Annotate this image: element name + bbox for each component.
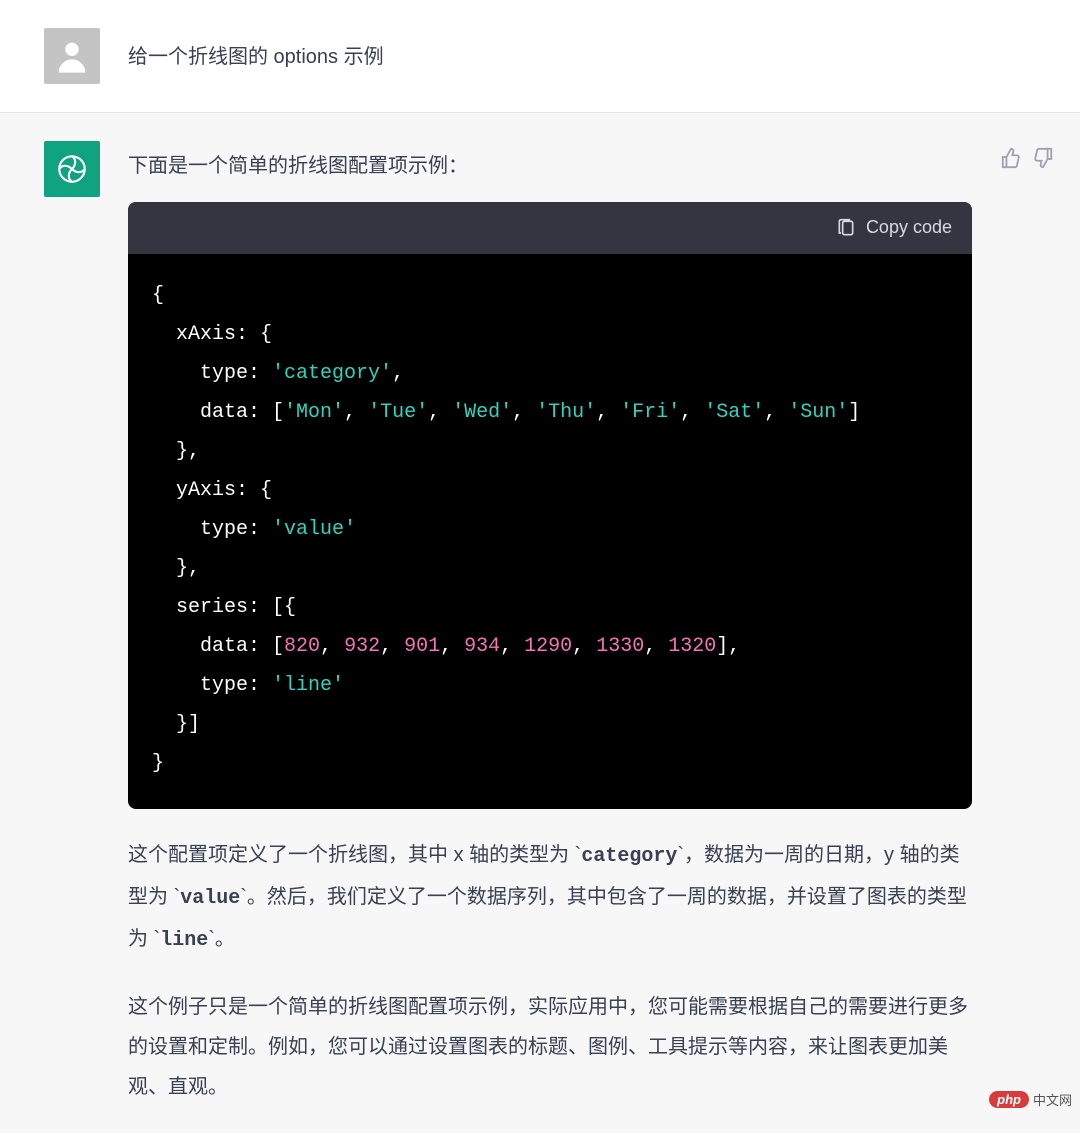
person-icon	[52, 36, 92, 76]
copy-code-button[interactable]: Copy code	[836, 212, 952, 244]
assistant-intro-text: 下面是一个简单的折线图配置项示例：	[128, 149, 972, 184]
thumbs-up-icon[interactable]	[1000, 147, 1022, 169]
clipboard-icon	[836, 218, 856, 238]
user-message-text: 给一个折线图的 options 示例	[128, 28, 1036, 84]
user-message: 给一个折线图的 options 示例	[0, 0, 1080, 113]
code-header: Copy code	[128, 202, 972, 254]
assistant-message-body: 下面是一个简单的折线图配置项示例： Copy code { xAxis: { t…	[128, 141, 972, 1107]
watermark-badge: php	[989, 1091, 1029, 1108]
assistant-avatar	[44, 141, 100, 197]
code-content[interactable]: { xAxis: { type: 'category', data: ['Mon…	[128, 254, 972, 809]
watermark: php 中文网	[989, 1090, 1072, 1109]
explanation-paragraph-2: 这个例子只是一个简单的折线图配置项示例，实际应用中，您可能需要根据自己的需要进行…	[128, 987, 972, 1107]
watermark-text: 中文网	[1033, 1090, 1072, 1109]
code-block: Copy code { xAxis: { type: 'category', d…	[128, 202, 972, 809]
assistant-message: 下面是一个简单的折线图配置项示例： Copy code { xAxis: { t…	[0, 113, 1080, 1133]
thumbs-down-icon[interactable]	[1032, 147, 1054, 169]
explanation-paragraph-1: 这个配置项定义了一个折线图，其中 x 轴的类型为 `category`，数据为一…	[128, 835, 972, 961]
feedback-actions	[1000, 141, 1054, 1107]
openai-icon	[55, 152, 89, 186]
user-avatar	[44, 28, 100, 84]
copy-code-label: Copy code	[866, 212, 952, 244]
